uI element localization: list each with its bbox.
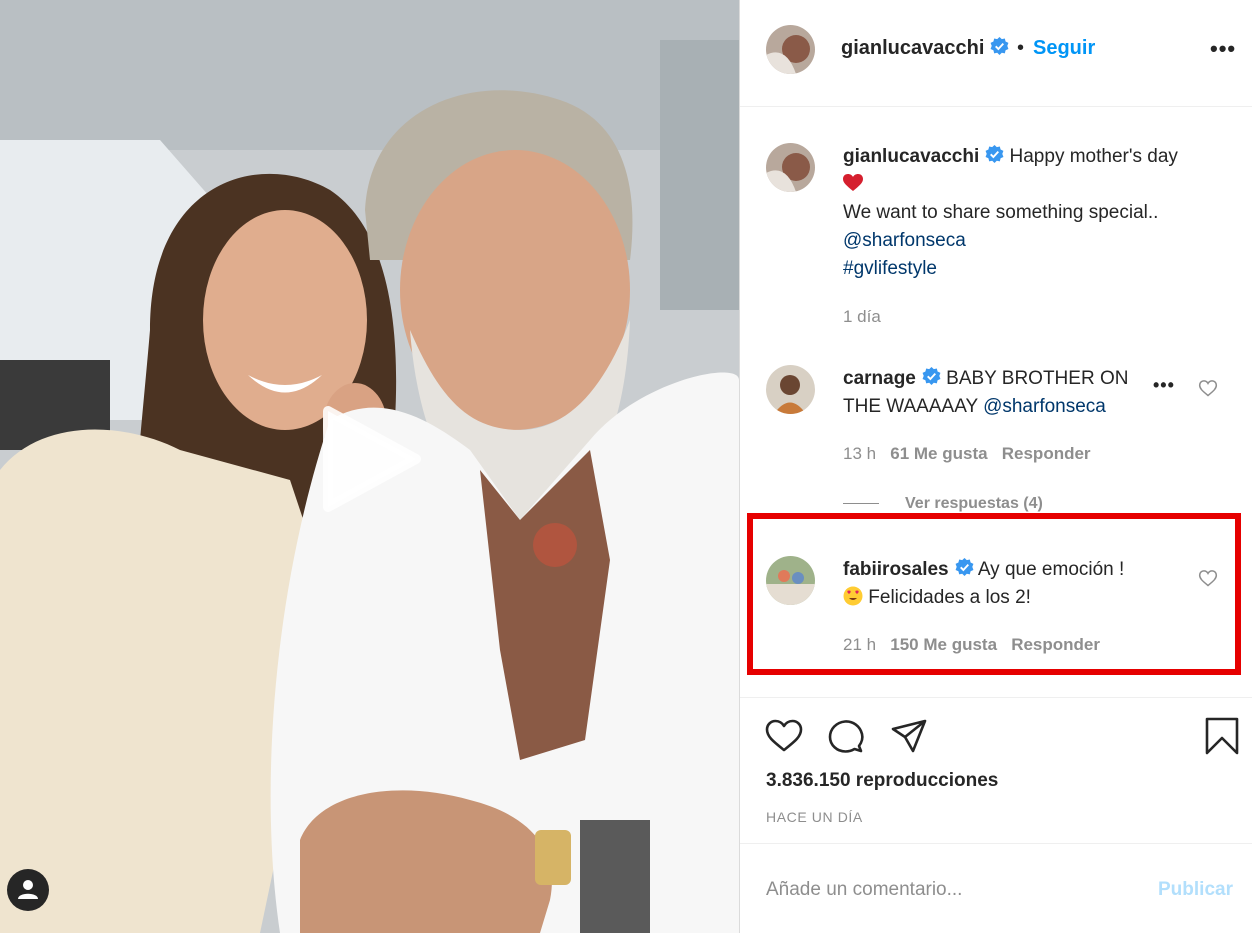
like-comment-heart-icon[interactable] [1198, 568, 1218, 588]
caption-mention-link[interactable]: @sharfonseca [843, 230, 966, 251]
comment-mention-link[interactable]: @sharfonseca [983, 396, 1106, 417]
author-username[interactable]: gianlucavacchi [841, 37, 1009, 60]
separator-dot: • [1017, 37, 1025, 59]
comment-time[interactable]: 21 h [843, 635, 876, 654]
comment-username[interactable]: fabiirosales [843, 559, 949, 580]
share-send-icon[interactable] [889, 716, 929, 756]
post-timestamp[interactable]: HACE UN DÍA [766, 809, 863, 825]
caption-text: Happy mother's day [1009, 146, 1178, 167]
verified-badge-icon [990, 37, 1009, 56]
post-caption: gianlucavacchi Happy mother's day We wan… [843, 143, 1223, 283]
heart-eyes-emoji-icon [843, 586, 863, 606]
comment-bubble-icon[interactable] [826, 716, 866, 756]
post-header: gianlucavacchi • Seguir ••• [740, 0, 1252, 107]
avatar[interactable] [766, 25, 815, 74]
replies-line [843, 503, 879, 505]
comment-likes[interactable]: 150 Me gusta [890, 635, 997, 654]
heart-emoji-icon [843, 174, 863, 191]
avatar[interactable] [766, 556, 815, 605]
comments-list[interactable]: gianlucavacchi Happy mother's day We wan… [740, 107, 1252, 697]
comment-fabiirosales: fabiirosales Ay que emoción ! Felicidade… [843, 556, 1163, 612]
caption-hashtag-link[interactable]: #gvlifestyle [843, 258, 937, 279]
reply-button[interactable]: Responder [1011, 635, 1100, 654]
view-replies-label: Ver respuestas (4) [905, 495, 1043, 512]
user-icon [18, 880, 38, 899]
save-bookmark-icon[interactable] [1202, 716, 1242, 756]
play-icon[interactable] [318, 405, 422, 513]
post-video[interactable] [0, 0, 739, 933]
comment-likes[interactable]: 61 Me gusta [890, 444, 987, 463]
avatar[interactable] [766, 365, 815, 414]
comment-options-icon[interactable]: ••• [1153, 375, 1175, 396]
comment-text-line2: Felicidades a los 2! [868, 587, 1031, 608]
comment-username[interactable]: carnage [843, 368, 916, 389]
comment-input[interactable] [766, 876, 1126, 904]
view-replies-button[interactable]: Ver respuestas (4) [843, 495, 1043, 513]
comment-time[interactable]: 13 h [843, 444, 876, 463]
like-comment-heart-icon[interactable] [1198, 378, 1218, 398]
comment-meta: 13 h 61 Me gusta Responder [843, 444, 1091, 464]
comment-meta: 21 h 150 Me gusta Responder [843, 635, 1100, 655]
verified-badge-icon [955, 558, 974, 577]
caption-timestamp[interactable]: 1 día [843, 307, 881, 327]
avatar[interactable] [766, 143, 815, 192]
caption-text-line2: We want to share something special.. [843, 202, 1159, 223]
add-comment-bar: Publicar [740, 843, 1252, 934]
follow-button[interactable]: Seguir [1033, 37, 1095, 60]
view-count[interactable]: 3.836.150 reproducciones [766, 770, 998, 792]
tagged-users-button[interactable] [7, 869, 49, 911]
comment-carnage: carnage BABY BROTHER ON THE WAAAAAY @sha… [843, 365, 1143, 421]
verified-badge-icon [985, 145, 1004, 164]
post-details-panel: gianlucavacchi • Seguir ••• gianlucavacc… [740, 0, 1252, 933]
caption-username[interactable]: gianlucavacchi [843, 146, 979, 167]
comment-text: Ay que emoción ! [977, 559, 1125, 580]
more-options-icon[interactable]: ••• [1210, 36, 1236, 62]
verified-badge-icon [922, 367, 941, 386]
reply-button[interactable]: Responder [1002, 444, 1091, 463]
publish-button[interactable]: Publicar [1158, 879, 1233, 901]
post-actions: 3.836.150 reproducciones HACE UN DÍA [740, 697, 1252, 843]
like-heart-icon[interactable] [764, 716, 804, 756]
